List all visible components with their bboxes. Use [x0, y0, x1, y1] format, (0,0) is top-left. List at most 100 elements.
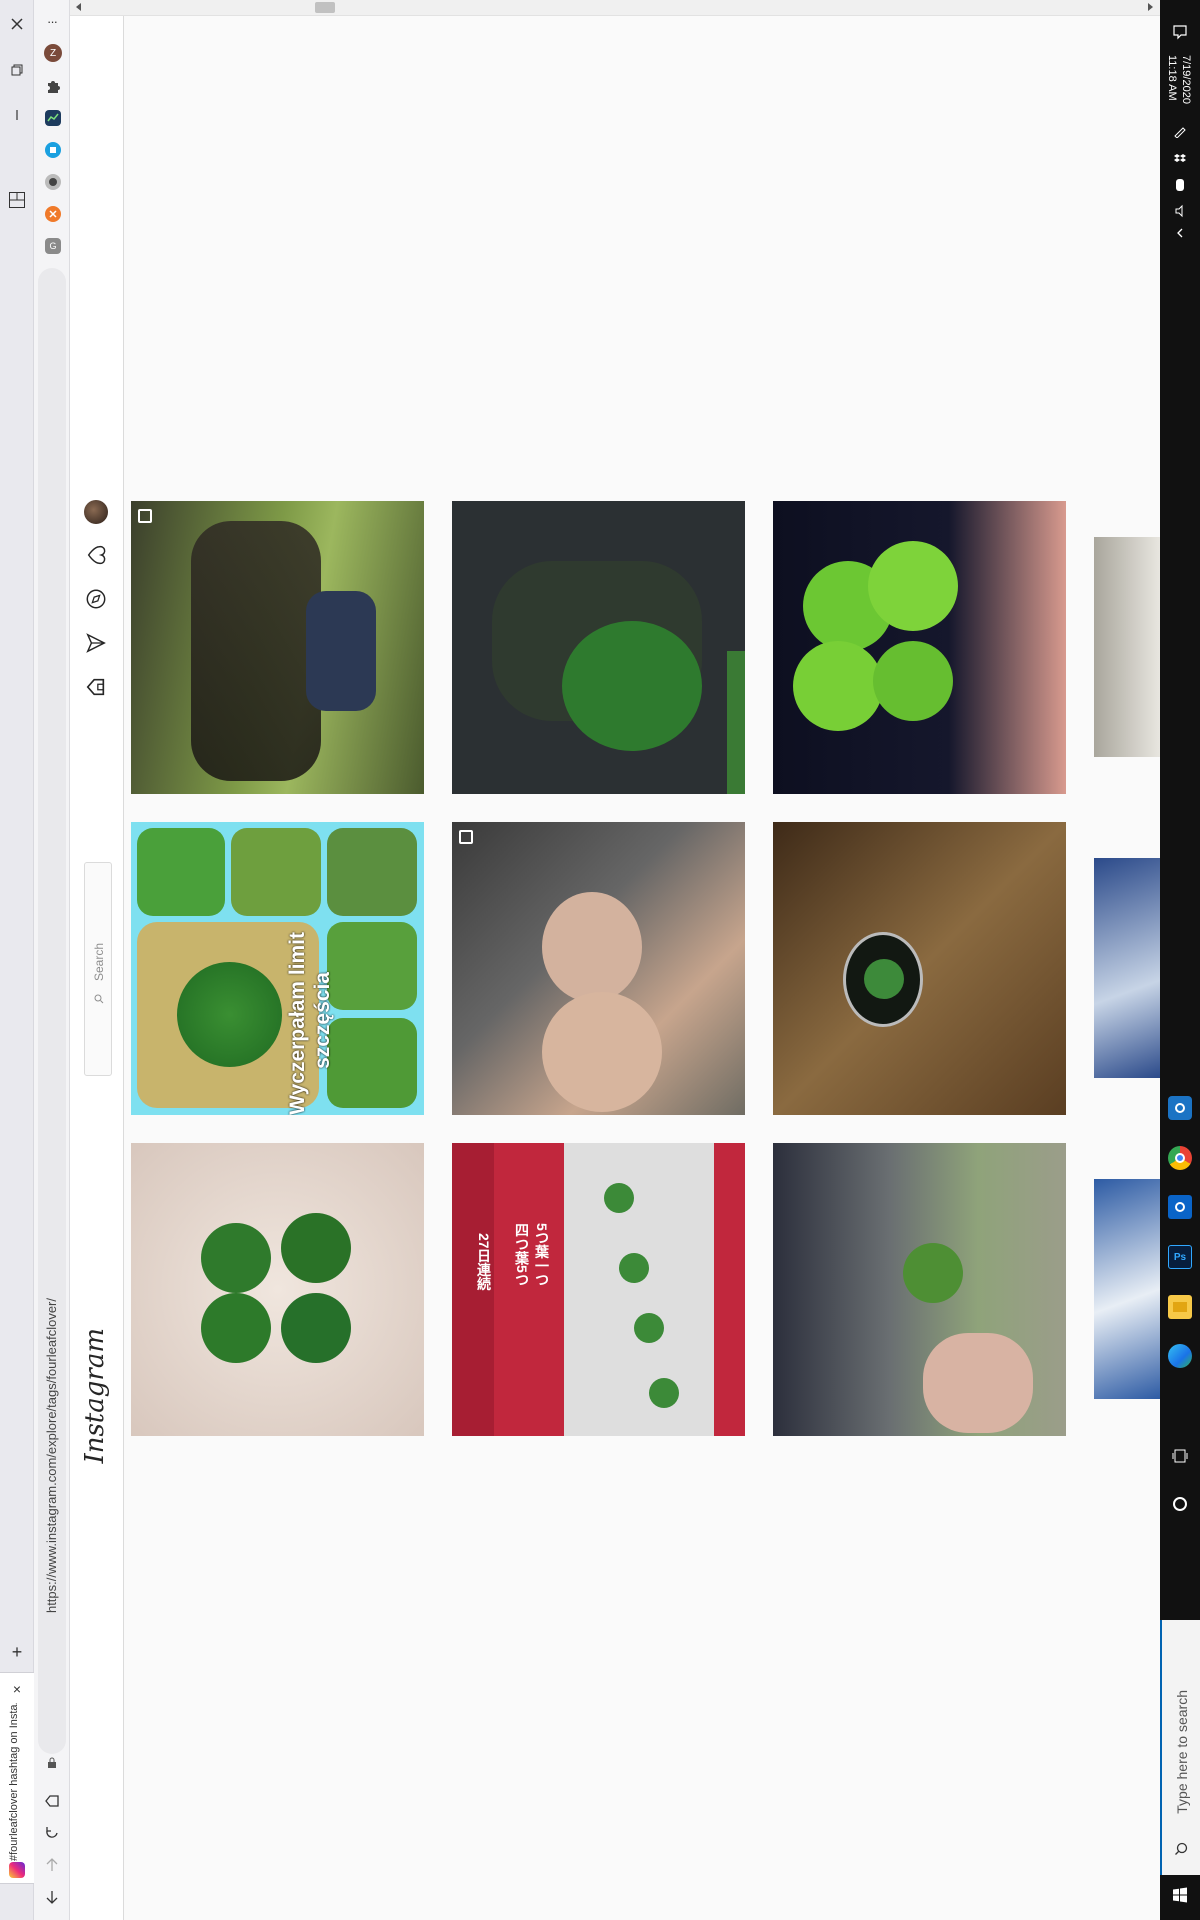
search-input[interactable]: Search — [84, 862, 112, 1076]
clover-leaf — [649, 1378, 679, 1408]
post-tile-clover-outdoors[interactable] — [773, 1143, 1066, 1436]
search-icon — [93, 993, 105, 1005]
instagram-logo[interactable]: Instagram — [80, 1328, 110, 1464]
illustration-cape — [562, 621, 702, 751]
photo-face — [542, 892, 642, 1002]
post-tile-japanese-clovers[interactable]: 27日連続 四つ葉5つ 5つ葉一つ — [452, 1143, 745, 1436]
multi-photo-icon — [459, 830, 473, 844]
new-tab-button[interactable]: + — [7, 1642, 27, 1662]
task-view-icon[interactable] — [1168, 1444, 1192, 1468]
active-tab[interactable]: × #fourleafclover hashtag on Insta... — [0, 1672, 34, 1884]
pen-icon[interactable] — [1171, 122, 1189, 140]
collage-photo — [231, 828, 321, 916]
photo-detail — [306, 591, 376, 711]
extension-orange-icon[interactable] — [45, 206, 61, 222]
collage-photo — [327, 828, 417, 916]
clover-leaf — [619, 1253, 649, 1283]
settings-app-icon[interactable] — [1168, 1096, 1192, 1120]
collage-photo — [327, 1018, 417, 1108]
extension-circle-icon[interactable] — [45, 174, 61, 190]
post-tile-partial-2[interactable] — [1094, 858, 1160, 1078]
chrome-app-icon[interactable] — [1168, 1146, 1192, 1170]
clover-leaf — [604, 1183, 634, 1213]
address-bar[interactable]: https://www.instagram.com/explore/tags/f… — [38, 268, 66, 1768]
profile-avatar-icon[interactable] — [84, 500, 108, 524]
tab-title: #fourleafclover hashtag on Insta... — [8, 1703, 20, 1861]
edge-app-icon[interactable] — [1168, 1344, 1192, 1368]
post-tile-clover-illustration[interactable] — [452, 501, 745, 794]
cortana-icon[interactable] — [1168, 1492, 1192, 1516]
jp-caption-2: 四つ葉5つ — [514, 1223, 530, 1287]
home-icon[interactable] — [84, 675, 108, 699]
taskbar-search-box[interactable]: Type here to search — [1160, 1620, 1200, 1875]
post-tile-partial-3[interactable] — [1094, 1179, 1160, 1399]
horizontal-scrollbar[interactable] — [70, 0, 1160, 16]
clover-icon — [903, 1243, 963, 1303]
extension-g-icon[interactable]: G — [45, 238, 61, 254]
clover-leaf — [281, 1293, 351, 1363]
file-explorer-app-icon[interactable] — [1168, 1295, 1192, 1319]
back-button-icon[interactable] — [41, 1886, 63, 1908]
photo-face — [542, 992, 662, 1112]
illustration-grass — [727, 651, 745, 794]
clover-leaf — [281, 1213, 351, 1283]
activity-heart-icon[interactable] — [84, 543, 108, 567]
restore-window-icon[interactable] — [5, 58, 29, 82]
clover-icon — [177, 962, 282, 1067]
post-tile-selfie[interactable] — [452, 822, 745, 1115]
close-window-icon[interactable] — [5, 12, 29, 36]
post-tile-clover-collage[interactable]: Wyczerpałam limit szczęścia — [131, 822, 424, 1115]
scroll-left-arrow-icon[interactable] — [76, 3, 81, 11]
instagram-favicon-icon — [9, 1862, 25, 1878]
browser-toolbar: ··· Z G https://www.instagram.com/explor… — [34, 0, 70, 1920]
post-tile-woman-clover[interactable] — [131, 501, 424, 794]
search-placeholder: Search — [92, 943, 106, 982]
show-hidden-icons-chevron-icon[interactable] — [1171, 224, 1189, 242]
collage-photo — [137, 828, 225, 916]
post-tile-clover-pendant[interactable] — [773, 822, 1066, 1115]
clock-date[interactable]: 7/19/2020 — [1178, 55, 1193, 104]
forward-button-icon[interactable] — [41, 1854, 63, 1876]
jp-caption-1: 27日連続 — [476, 1233, 492, 1291]
minimize-window-icon[interactable] — [5, 103, 29, 127]
photo-hand — [923, 1333, 1033, 1433]
photoshop-app-icon[interactable]: Ps — [1168, 1245, 1192, 1269]
dropbox-icon[interactable] — [1171, 150, 1189, 168]
profile-avatar[interactable]: Z — [44, 44, 62, 62]
search-icon — [1172, 1840, 1190, 1858]
tab-actions-icon[interactable] — [3, 186, 31, 214]
scroll-right-arrow-icon[interactable] — [1148, 3, 1153, 11]
battery-icon[interactable] — [1171, 176, 1189, 194]
home-button-icon[interactable] — [41, 1790, 63, 1812]
clover-leaf — [873, 641, 953, 721]
collage-photo — [327, 922, 417, 1010]
direct-message-icon[interactable] — [84, 631, 108, 655]
outlook-app-icon[interactable] — [1168, 1195, 1192, 1219]
tab-close-button[interactable]: × — [9, 1681, 25, 1697]
pendant — [843, 932, 923, 1027]
reload-button-icon[interactable] — [41, 1822, 63, 1844]
explore-compass-icon[interactable] — [84, 587, 108, 611]
clover-leaf — [201, 1223, 271, 1293]
start-windows-icon[interactable] — [1168, 1883, 1192, 1907]
photo-page — [564, 1143, 714, 1436]
extensions-icon[interactable] — [44, 77, 62, 95]
post-tile-partial-1[interactable] — [1094, 537, 1160, 757]
clover-leaf — [201, 1293, 271, 1363]
url-text[interactable]: https://www.instagram.com/explore/tags/f… — [44, 1298, 59, 1613]
jp-caption-3: 5つ葉一つ — [534, 1223, 550, 1287]
lock-icon[interactable] — [45, 1756, 59, 1770]
extension-chart-icon[interactable] — [45, 110, 61, 126]
volume-icon[interactable] — [1171, 202, 1189, 220]
store-app-icon[interactable] — [1168, 1393, 1192, 1417]
scrollbar-thumb[interactable] — [315, 2, 335, 13]
browser-menu-button[interactable]: ··· — [41, 10, 63, 32]
multi-photo-icon — [138, 509, 152, 523]
clover-leaf — [868, 541, 958, 631]
photo-subject — [191, 521, 321, 781]
action-center-icon[interactable] — [1170, 22, 1190, 42]
clock-time[interactable]: 11:18 AM — [1164, 55, 1179, 101]
post-tile-four-leaf-closeup[interactable] — [773, 501, 1066, 794]
extension-blue-icon[interactable] — [45, 142, 61, 158]
post-tile-clover-hand[interactable] — [131, 1143, 424, 1436]
